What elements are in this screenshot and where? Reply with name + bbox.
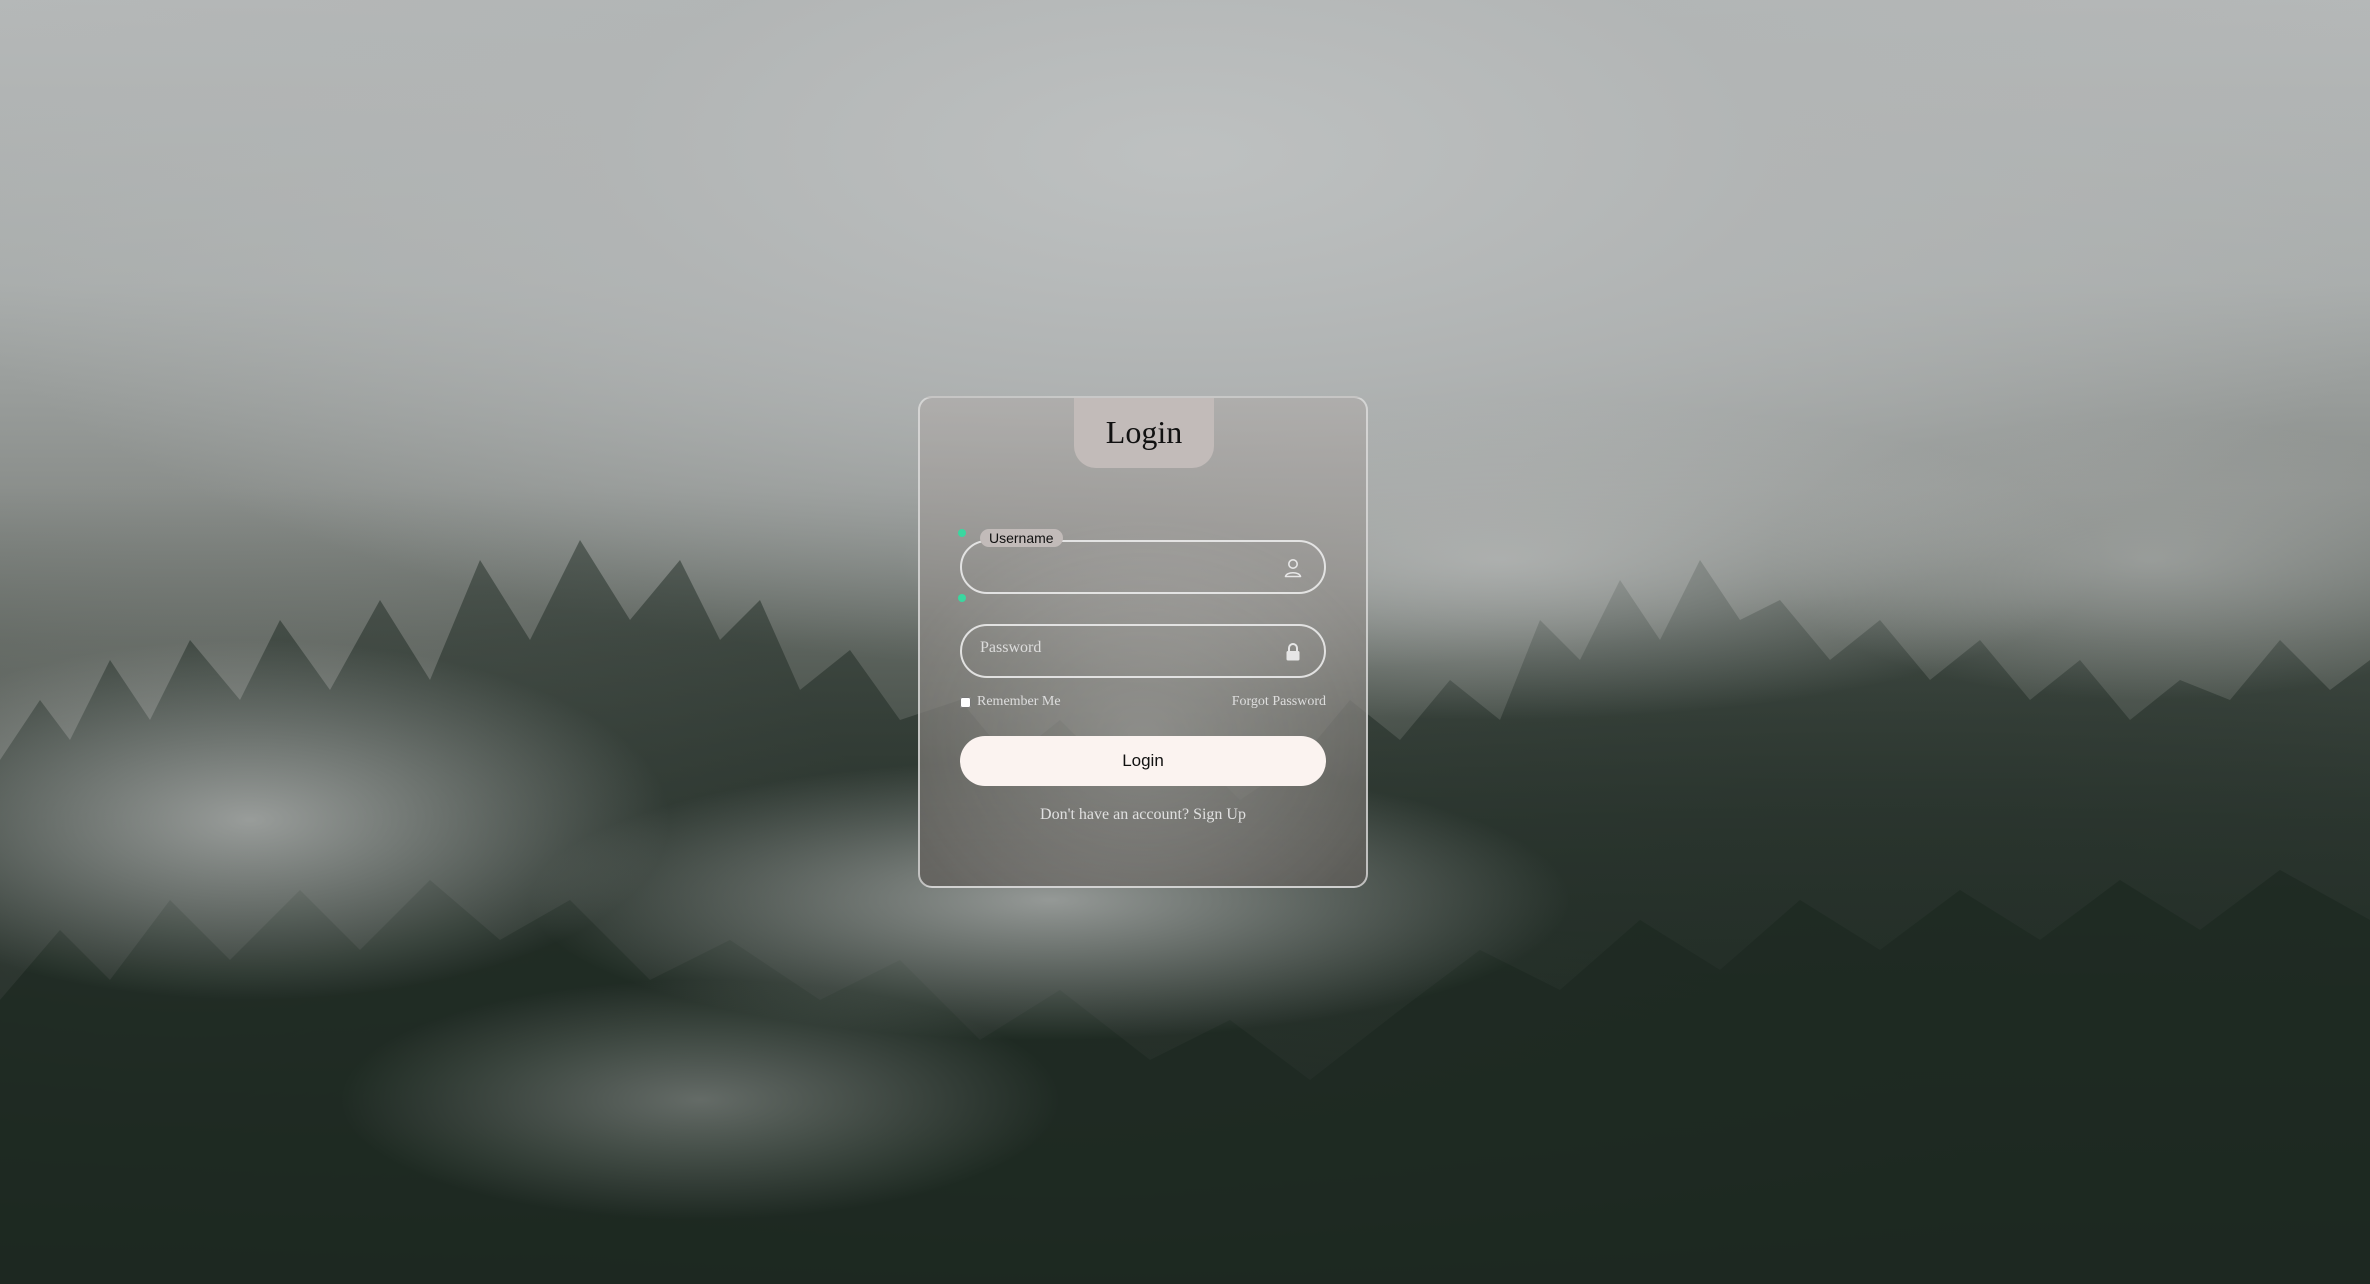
signup-link[interactable]: Sign Up bbox=[1193, 806, 1246, 823]
forgot-password-link[interactable]: Forgot Password bbox=[1232, 694, 1326, 710]
login-card: Login Username Remember Me Forgot Passwo… bbox=[918, 396, 1368, 888]
username-input[interactable] bbox=[980, 542, 1270, 592]
username-field[interactable]: Username bbox=[960, 529, 1326, 594]
password-input[interactable] bbox=[980, 623, 1270, 673]
login-title-tab: Login bbox=[1074, 398, 1214, 468]
accent-dot bbox=[958, 594, 966, 602]
password-field[interactable] bbox=[960, 623, 1326, 678]
user-icon bbox=[1282, 557, 1304, 579]
remember-me-checkbox[interactable] bbox=[960, 696, 971, 708]
remember-me[interactable]: Remember Me bbox=[960, 694, 1061, 710]
signup-prompt: Don't have an account? Sign Up bbox=[920, 806, 1366, 824]
remember-me-label: Remember Me bbox=[977, 694, 1061, 709]
page-title: Login bbox=[1105, 413, 1183, 450]
accent-dot bbox=[958, 529, 966, 537]
options-row: Remember Me Forgot Password bbox=[960, 694, 1326, 714]
lock-icon bbox=[1282, 641, 1304, 663]
signup-prompt-text: Don't have an account? bbox=[1040, 806, 1190, 823]
login-button[interactable]: Login bbox=[960, 736, 1326, 786]
